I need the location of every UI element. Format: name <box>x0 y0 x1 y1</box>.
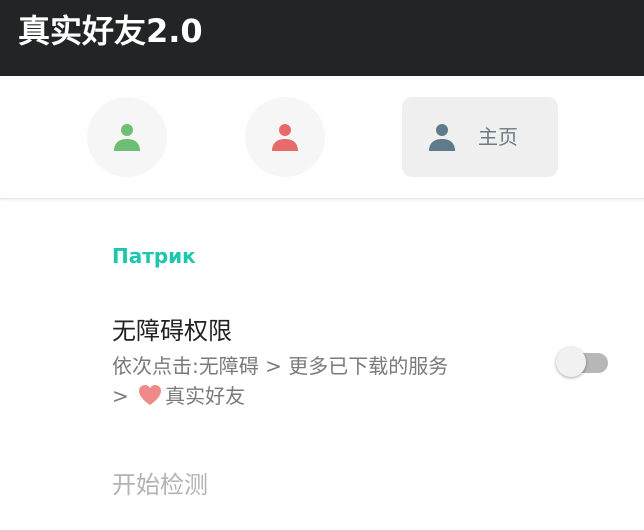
person-icon <box>272 124 298 151</box>
app-bar: 真实好友2.0 <box>0 0 644 76</box>
description-app-name: 真实好友 <box>165 384 246 408</box>
accessibility-permission-description: 依次点击:无障碍 > 更多已下载的服务 > 真实好友 <box>112 351 522 411</box>
description-prefix: > <box>112 384 129 408</box>
section-header: Патрик <box>112 244 196 268</box>
accessibility-toggle[interactable] <box>556 347 610 377</box>
app-title: 真实好友2.0 <box>18 12 203 50</box>
top-navigation: 主页 <box>0 76 644 199</box>
nav-tab-home-label: 主页 <box>478 125 518 149</box>
start-detection-button[interactable]: 开始检测 <box>112 469 208 501</box>
person-icon <box>429 124 455 151</box>
description-line-1: 依次点击:无障碍 > 更多已下载的服务 <box>112 354 449 378</box>
nav-tab-red-user[interactable] <box>245 97 325 177</box>
accessibility-permission-title[interactable]: 无障碍权限 <box>112 315 232 347</box>
toggle-thumb <box>556 347 586 377</box>
person-icon <box>114 124 140 151</box>
heart-icon <box>139 385 162 405</box>
nav-tab-green-user[interactable] <box>87 97 167 177</box>
nav-tab-home[interactable]: 主页 <box>402 97 558 177</box>
